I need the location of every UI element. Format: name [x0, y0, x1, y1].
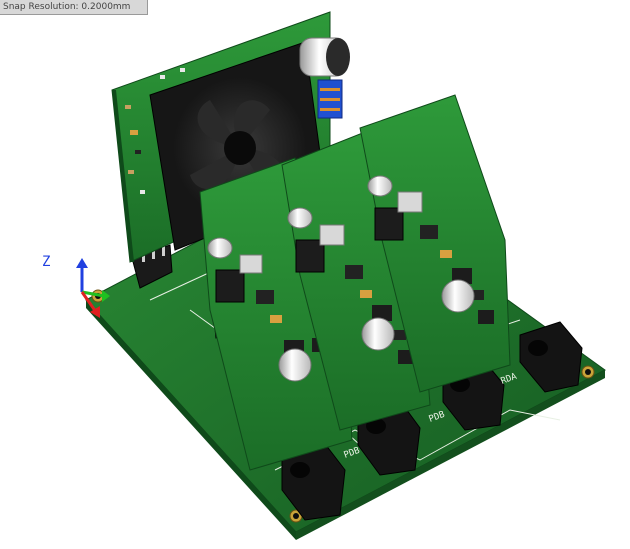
axis-gizmo[interactable]: Z: [42, 254, 110, 318]
3d-pcb-viewport[interactable]: PDB PDB RDA Z Snap Resolution: 0.2000mm: [0, 0, 630, 544]
snap-resolution-status: Snap Resolution: 0.2000mm: [0, 0, 148, 15]
right-angle-header: [317, 79, 343, 119]
z-axis-label: Z: [42, 254, 50, 270]
mounting-hole-right: [581, 365, 595, 379]
pcb-3d-scene[interactable]: PDB PDB RDA Z: [0, 0, 630, 544]
electrolytic-capacitor-top: [299, 37, 350, 77]
